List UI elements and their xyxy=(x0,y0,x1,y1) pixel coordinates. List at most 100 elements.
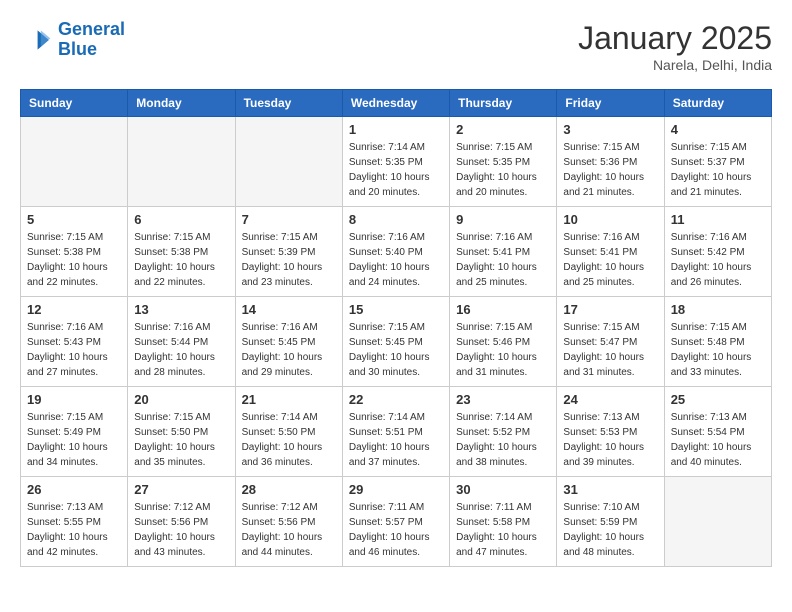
day-number: 20 xyxy=(134,392,228,407)
day-number: 3 xyxy=(563,122,657,137)
day-cell: 21 Sunrise: 7:14 AM Sunset: 5:50 PM Dayli… xyxy=(235,387,342,477)
day-info: Sunrise: 7:15 AM Sunset: 5:47 PM Dayligh… xyxy=(563,320,657,380)
day-info: Sunrise: 7:15 AM Sunset: 5:39 PM Dayligh… xyxy=(242,230,336,290)
weekday-header-tuesday: Tuesday xyxy=(235,90,342,117)
day-cell: 3Sunrise: 7:15 AM Sunset: 5:36 PM Daylig… xyxy=(557,117,664,207)
weekday-header-wednesday: Wednesday xyxy=(342,90,449,117)
day-number: 31 xyxy=(563,482,657,497)
day-info: Sunrise: 7:13 AM Sunset: 5:53 PM Dayligh… xyxy=(563,410,657,470)
day-number: 18 xyxy=(671,302,765,317)
day-info: Sunrise: 7:16 AM Sunset: 5:42 PM Dayligh… xyxy=(671,230,765,290)
day-info: Sunrise: 7:14 AM Sunset: 5:51 PM Dayligh… xyxy=(349,410,443,470)
day-cell xyxy=(235,117,342,207)
day-number: 13 xyxy=(134,302,228,317)
location-subtitle: Narela, Delhi, India xyxy=(578,57,772,73)
logo-general: General xyxy=(58,19,125,39)
page-header: General Blue January 2025 Narela, Delhi,… xyxy=(20,20,772,73)
day-number: 4 xyxy=(671,122,765,137)
day-cell: 19Sunrise: 7:15 AM Sunset: 5:49 PM Dayli… xyxy=(21,387,128,477)
day-cell: 10Sunrise: 7:16 AM Sunset: 5:41 PM Dayli… xyxy=(557,207,664,297)
day-cell: 6 Sunrise: 7:15 AM Sunset: 5:38 PM Daylig… xyxy=(128,207,235,297)
logo-text: General Blue xyxy=(58,20,125,60)
weekday-header-saturday: Saturday xyxy=(664,90,771,117)
day-number: 2 xyxy=(456,122,550,137)
logo: General Blue xyxy=(20,20,125,60)
day-cell: 24 Sunrise: 7:13 AM Sunset: 5:53 PM Dayli… xyxy=(557,387,664,477)
day-number: 28 xyxy=(242,482,336,497)
week-row-3: 19Sunrise: 7:15 AM Sunset: 5:49 PM Dayli… xyxy=(21,387,772,477)
day-info: Sunrise: 7:15 AM Sunset: 5:46 PM Dayligh… xyxy=(456,320,550,380)
day-number: 22 xyxy=(349,392,443,407)
day-info: Sunrise: 7:16 AM Sunset: 5:40 PM Dayligh… xyxy=(349,230,443,290)
day-cell: 30Sunrise: 7:11 AM Sunset: 5:58 PM Dayli… xyxy=(450,477,557,567)
day-cell: 31 Sunrise: 7:10 AM Sunset: 5:59 PM Dayli… xyxy=(557,477,664,567)
day-number: 17 xyxy=(563,302,657,317)
day-info: Sunrise: 7:10 AM Sunset: 5:59 PM Dayligh… xyxy=(563,500,657,560)
day-number: 7 xyxy=(242,212,336,227)
day-number: 27 xyxy=(134,482,228,497)
day-cell xyxy=(128,117,235,207)
day-info: Sunrise: 7:15 AM Sunset: 5:35 PM Dayligh… xyxy=(456,140,550,200)
day-cell: 1Sunrise: 7:14 AM Sunset: 5:35 PM Daylig… xyxy=(342,117,449,207)
day-number: 8 xyxy=(349,212,443,227)
day-cell: 27Sunrise: 7:12 AM Sunset: 5:56 PM Dayli… xyxy=(128,477,235,567)
day-number: 29 xyxy=(349,482,443,497)
day-cell: 4Sunrise: 7:15 AM Sunset: 5:37 PM Daylig… xyxy=(664,117,771,207)
day-number: 30 xyxy=(456,482,550,497)
day-info: Sunrise: 7:13 AM Sunset: 5:54 PM Dayligh… xyxy=(671,410,765,470)
day-cell: 22 Sunrise: 7:14 AM Sunset: 5:51 PM Dayli… xyxy=(342,387,449,477)
day-info: Sunrise: 7:16 AM Sunset: 5:44 PM Dayligh… xyxy=(134,320,228,380)
day-number: 11 xyxy=(671,212,765,227)
day-info: Sunrise: 7:12 AM Sunset: 5:56 PM Dayligh… xyxy=(242,500,336,560)
day-info: Sunrise: 7:14 AM Sunset: 5:50 PM Dayligh… xyxy=(242,410,336,470)
day-number: 24 xyxy=(563,392,657,407)
day-info: Sunrise: 7:15 AM Sunset: 5:38 PM Dayligh… xyxy=(134,230,228,290)
logo-blue: Blue xyxy=(58,39,97,59)
day-cell: 26Sunrise: 7:13 AM Sunset: 5:55 PM Dayli… xyxy=(21,477,128,567)
day-info: Sunrise: 7:14 AM Sunset: 5:52 PM Dayligh… xyxy=(456,410,550,470)
day-info: Sunrise: 7:15 AM Sunset: 5:49 PM Dayligh… xyxy=(27,410,121,470)
day-number: 5 xyxy=(27,212,121,227)
day-cell xyxy=(664,477,771,567)
day-cell: 8 Sunrise: 7:16 AM Sunset: 5:40 PM Daylig… xyxy=(342,207,449,297)
weekday-header-friday: Friday xyxy=(557,90,664,117)
weekday-header-sunday: Sunday xyxy=(21,90,128,117)
day-cell: 7 Sunrise: 7:15 AM Sunset: 5:39 PM Daylig… xyxy=(235,207,342,297)
calendar-body: 1Sunrise: 7:14 AM Sunset: 5:35 PM Daylig… xyxy=(21,117,772,567)
day-info: Sunrise: 7:16 AM Sunset: 5:45 PM Dayligh… xyxy=(242,320,336,380)
day-cell: 25 Sunrise: 7:13 AM Sunset: 5:54 PM Dayli… xyxy=(664,387,771,477)
day-info: Sunrise: 7:11 AM Sunset: 5:57 PM Dayligh… xyxy=(349,500,443,560)
day-cell: 11 Sunrise: 7:16 AM Sunset: 5:42 PM Dayli… xyxy=(664,207,771,297)
week-row-2: 12Sunrise: 7:16 AM Sunset: 5:43 PM Dayli… xyxy=(21,297,772,387)
day-number: 21 xyxy=(242,392,336,407)
logo-icon xyxy=(20,24,52,56)
day-cell: 2 Sunrise: 7:15 AM Sunset: 5:35 PM Daylig… xyxy=(450,117,557,207)
day-info: Sunrise: 7:15 AM Sunset: 5:48 PM Dayligh… xyxy=(671,320,765,380)
day-cell: 16 Sunrise: 7:15 AM Sunset: 5:46 PM Dayli… xyxy=(450,297,557,387)
day-number: 6 xyxy=(134,212,228,227)
calendar-header-row: SundayMondayTuesdayWednesdayThursdayFrid… xyxy=(21,90,772,117)
day-info: Sunrise: 7:16 AM Sunset: 5:43 PM Dayligh… xyxy=(27,320,121,380)
day-cell: 23Sunrise: 7:14 AM Sunset: 5:52 PM Dayli… xyxy=(450,387,557,477)
day-number: 16 xyxy=(456,302,550,317)
day-info: Sunrise: 7:14 AM Sunset: 5:35 PM Dayligh… xyxy=(349,140,443,200)
title-block: January 2025 Narela, Delhi, India xyxy=(578,20,772,73)
weekday-header-monday: Monday xyxy=(128,90,235,117)
week-row-1: 5 Sunrise: 7:15 AM Sunset: 5:38 PM Daylig… xyxy=(21,207,772,297)
day-cell xyxy=(21,117,128,207)
day-info: Sunrise: 7:15 AM Sunset: 5:50 PM Dayligh… xyxy=(134,410,228,470)
day-number: 9 xyxy=(456,212,550,227)
day-cell: 13 Sunrise: 7:16 AM Sunset: 5:44 PM Dayli… xyxy=(128,297,235,387)
day-info: Sunrise: 7:16 AM Sunset: 5:41 PM Dayligh… xyxy=(563,230,657,290)
day-info: Sunrise: 7:16 AM Sunset: 5:41 PM Dayligh… xyxy=(456,230,550,290)
calendar-table: SundayMondayTuesdayWednesdayThursdayFrid… xyxy=(20,89,772,567)
day-cell: 28 Sunrise: 7:12 AM Sunset: 5:56 PM Dayli… xyxy=(235,477,342,567)
day-number: 14 xyxy=(242,302,336,317)
day-cell: 18 Sunrise: 7:15 AM Sunset: 5:48 PM Dayli… xyxy=(664,297,771,387)
day-cell: 9 Sunrise: 7:16 AM Sunset: 5:41 PM Daylig… xyxy=(450,207,557,297)
week-row-4: 26Sunrise: 7:13 AM Sunset: 5:55 PM Dayli… xyxy=(21,477,772,567)
day-info: Sunrise: 7:15 AM Sunset: 5:45 PM Dayligh… xyxy=(349,320,443,380)
day-number: 25 xyxy=(671,392,765,407)
day-number: 26 xyxy=(27,482,121,497)
month-title: January 2025 xyxy=(578,20,772,57)
